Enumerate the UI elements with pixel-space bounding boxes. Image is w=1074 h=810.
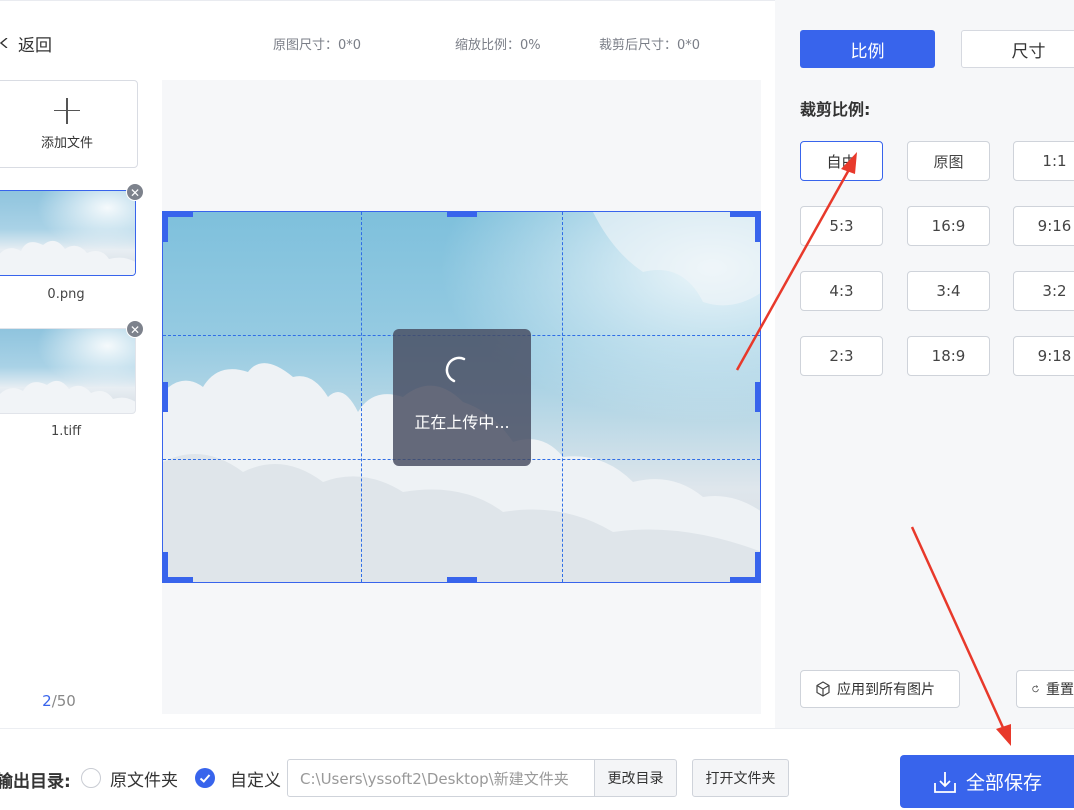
tab-ratio[interactable]: 比例 [800, 30, 935, 68]
crop-handle-top-right[interactable] [755, 212, 760, 242]
file-thumbnail-1[interactable] [0, 328, 136, 414]
add-file-label: 添加文件 [40, 135, 93, 151]
plus-icon [54, 97, 80, 124]
tab-size[interactable]: 尺寸 [961, 30, 1074, 68]
file-name-0: 0.png [47, 287, 85, 302]
crop-ratio-title: 裁剪比例: [800, 100, 871, 119]
ratio-original[interactable]: 原图 [907, 141, 990, 181]
reset-button[interactable]: 重置 [1016, 670, 1074, 708]
top-divider [0, 0, 775, 1]
open-folder-button[interactable]: 打开文件夹 [692, 759, 789, 797]
change-dir-button[interactable]: 更改目录 [594, 759, 677, 797]
file-name-1: 1.tiff [50, 424, 82, 439]
crop-handle-left[interactable] [163, 382, 168, 412]
grid-line [562, 212, 563, 582]
refresh-icon [1032, 685, 1039, 693]
ratio-3-2[interactable]: 3:2 [1013, 271, 1074, 311]
ratio-3-4[interactable]: 3:4 [907, 271, 990, 311]
download-icon [934, 771, 956, 793]
ratio-18-9[interactable]: 18:9 [907, 336, 990, 376]
apply-to-all-button[interactable]: 应用到所有图片 [800, 670, 960, 708]
loading-spinner-icon [445, 356, 466, 383]
page-total: /50 [51, 692, 76, 710]
bottom-divider [0, 728, 1074, 729]
ratio-5-3[interactable]: 5:3 [800, 206, 883, 246]
reset-label: 重置 [1046, 682, 1074, 698]
apply-to-all-label: 应用到所有图片 [837, 682, 935, 698]
scale-ratio-text: 缩放比例：0% [455, 38, 541, 53]
crop-handle-top[interactable] [447, 212, 477, 217]
output-dir-label: 输出目录: [0, 772, 71, 792]
crop-handle-bottom[interactable] [447, 577, 477, 582]
save-all-label: 全部保存 [965, 772, 1042, 794]
cube-icon [816, 681, 830, 697]
remove-file-1-icon[interactable]: ✕ [126, 320, 144, 338]
custom-folder-label[interactable]: 自定义 [230, 766, 281, 791]
save-all-button[interactable]: 全部保存 [900, 755, 1074, 808]
ratio-free[interactable]: 自由 [800, 141, 883, 181]
output-path-input[interactable] [287, 759, 595, 797]
original-folder-label[interactable]: 原文件夹 [110, 766, 178, 791]
ratio-1-1[interactable]: 1:1 [1013, 141, 1074, 181]
crop-handle-right[interactable] [755, 382, 760, 412]
page-current: 2 [42, 692, 52, 710]
ratio-16-9[interactable]: 16:9 [907, 206, 990, 246]
crop-handle-bottom-left[interactable] [163, 552, 168, 582]
cloud-image [0, 380, 135, 413]
add-file-button[interactable]: 添加文件 [0, 80, 138, 168]
ratio-9-16[interactable]: 9:16 [1013, 206, 1074, 246]
back-label: 返回 [18, 35, 52, 56]
radio-custom-folder[interactable] [195, 768, 215, 788]
cropped-size-text: 裁剪后尺寸：0*0 [599, 38, 701, 53]
crop-handle-top-left[interactable] [163, 212, 168, 242]
ratio-9-18[interactable]: 9:18 [1013, 336, 1074, 376]
original-size-text: 原图尺寸：0*0 [273, 38, 362, 53]
ratio-2-3[interactable]: 2:3 [800, 336, 883, 376]
cloud-image [0, 240, 135, 275]
grid-line [361, 212, 362, 582]
radio-original-folder[interactable] [81, 768, 101, 788]
file-thumbnail-0[interactable] [0, 190, 136, 276]
check-icon [199, 774, 211, 783]
crop-handle-bottom-right[interactable] [755, 552, 760, 582]
ratio-4-3[interactable]: 4:3 [800, 271, 883, 311]
uploading-overlay: 正在上传中... [393, 329, 531, 466]
uploading-text: 正在上传中... [414, 413, 510, 432]
chevron-left-icon [0, 38, 8, 48]
page-indicator: 2/50 [0, 692, 118, 710]
remove-file-0-icon[interactable]: ✕ [126, 183, 144, 201]
back-button[interactable]: 返回 [0, 31, 52, 56]
